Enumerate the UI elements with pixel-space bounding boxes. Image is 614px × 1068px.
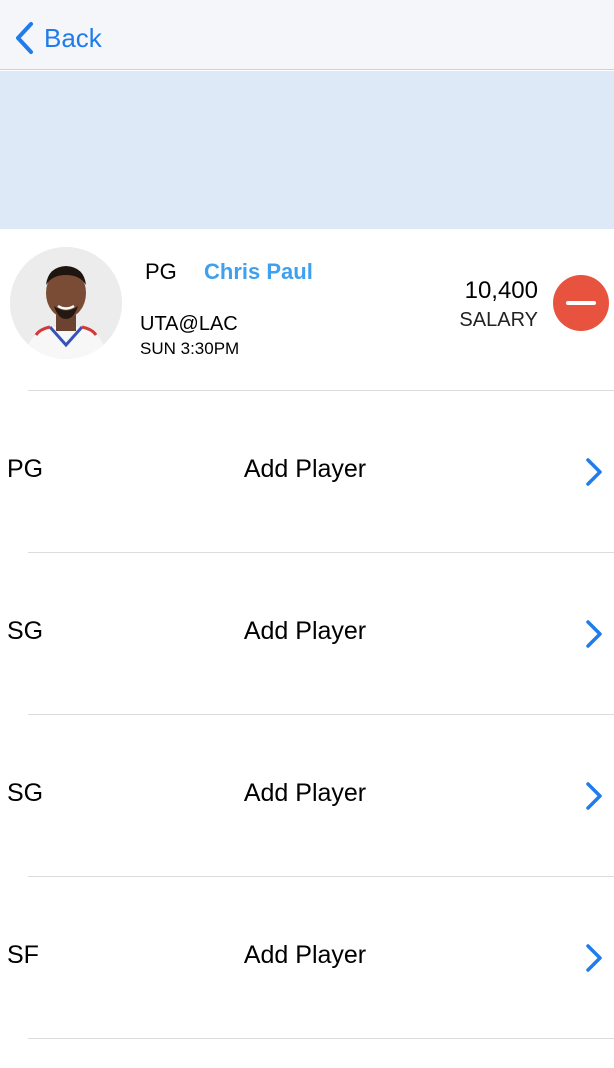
back-label: Back <box>44 22 102 53</box>
player-matchup: UTA@LAC <box>140 313 238 335</box>
navigation-bar: Back <box>0 0 614 70</box>
player-avatar <box>10 247 122 359</box>
selected-player-row[interactable]: PG Chris Paul UTA@LAC SUN 3:30PM 10,400 … <box>0 229 614 391</box>
chevron-right-icon[interactable] <box>584 619 604 654</box>
remove-player-button[interactable] <box>553 275 609 331</box>
roster-slot-row[interactable]: SG Add Player <box>0 553 614 714</box>
add-player-label[interactable]: Add Player <box>0 779 614 808</box>
back-button[interactable]: Back <box>14 18 102 58</box>
add-player-label[interactable]: Add Player <box>0 455 614 484</box>
roster-slot-row[interactable]: SF Add Player <box>0 877 614 1038</box>
player-name[interactable]: Chris Paul <box>204 259 313 285</box>
salary-value: 10,400 <box>464 277 538 304</box>
header-banner <box>0 71 614 229</box>
salary-label: SALARY <box>459 309 538 331</box>
add-player-label[interactable]: Add Player <box>0 941 614 970</box>
roster-slot-row[interactable]: SG Add Player <box>0 715 614 876</box>
chevron-left-icon <box>14 21 34 55</box>
chevron-right-icon[interactable] <box>584 781 604 816</box>
roster-slot-row[interactable]: PG Add Player <box>0 391 614 552</box>
chevron-right-icon[interactable] <box>584 943 604 978</box>
player-position: PG <box>145 259 177 284</box>
chevron-right-icon[interactable] <box>584 457 604 492</box>
row-divider <box>28 1038 614 1039</box>
player-game-time: SUN 3:30PM <box>140 339 240 358</box>
add-player-label[interactable]: Add Player <box>0 617 614 646</box>
